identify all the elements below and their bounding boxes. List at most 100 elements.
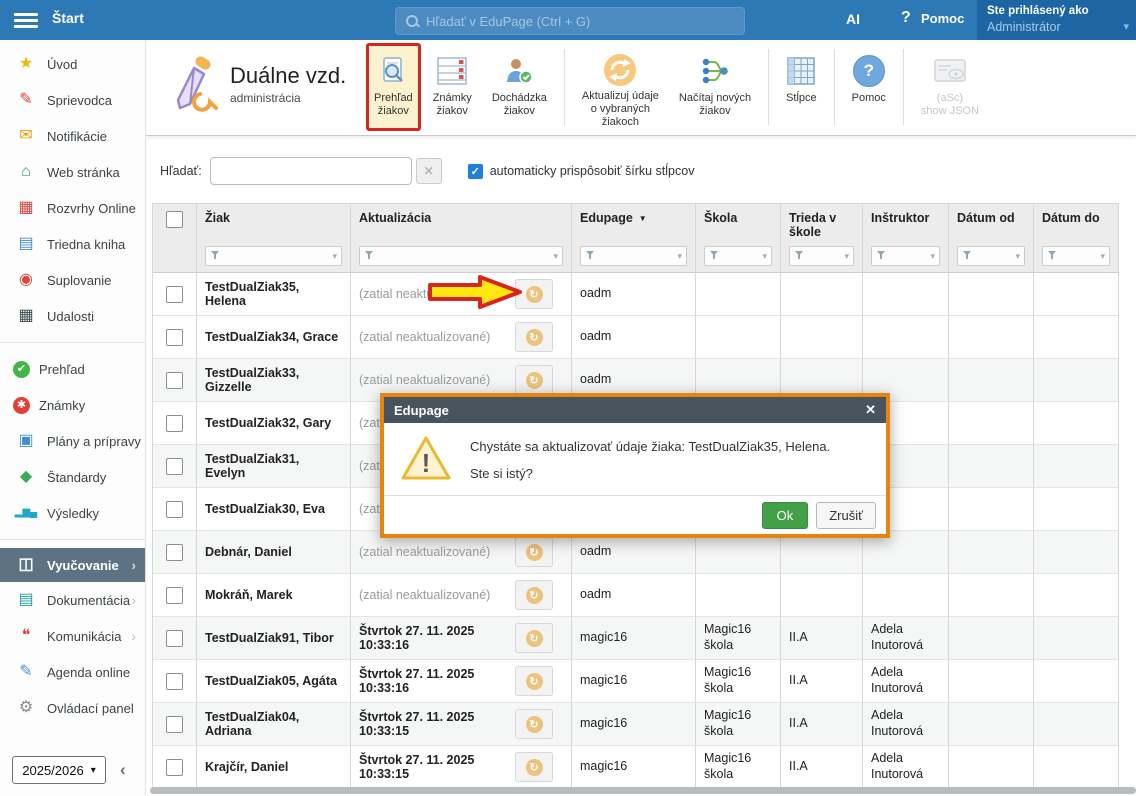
select-all-checkbox[interactable] — [166, 211, 183, 228]
student-instructor-cell — [863, 273, 949, 316]
column-header--iak[interactable]: Žiak — [197, 204, 351, 244]
sidebar-item-znamky[interactable]: ✱Známky — [0, 387, 145, 423]
global-search-input[interactable]: Hľadať v EduPage (Ctrl + G) — [395, 7, 745, 35]
chevron-down-icon: ▾ — [91, 765, 96, 776]
funnel-icon — [962, 249, 972, 263]
collapse-sidebar-button[interactable]: ‹ — [120, 760, 126, 780]
close-icon[interactable]: ✕ — [865, 402, 876, 418]
student-grades-icon — [436, 52, 468, 90]
toolbar-divider — [903, 49, 904, 125]
sidebar-item-vyucovanie[interactable]: ◫Vyučovanie› — [0, 548, 145, 582]
help-button[interactable]: Pomoc — [921, 11, 964, 26]
refresh-icon: ↻ — [526, 329, 543, 346]
school-value: Magic16 škola — [704, 622, 772, 653]
table-search-input[interactable] — [210, 157, 412, 185]
autofit-columns-checkbox[interactable]: ✓ — [468, 164, 483, 179]
horizontal-scrollbar[interactable] — [150, 787, 1136, 794]
row-checkbox[interactable] — [166, 286, 183, 303]
sidebar-item-ovladaci-panel[interactable]: ⚙Ovládací panel — [0, 690, 145, 726]
sidebar-item-rozvrhy-online[interactable]: ▦Rozvrhy Online — [0, 190, 145, 226]
cancel-button[interactable]: Zrušiť — [816, 502, 876, 529]
refresh-student-button[interactable]: ↻ — [515, 537, 553, 567]
column-filter-dropdown[interactable]: ▾ — [580, 246, 687, 266]
column-filter-dropdown[interactable]: ▾ — [359, 246, 563, 266]
student-date-to-cell — [1034, 445, 1119, 488]
refresh-student-button[interactable]: ↻ — [515, 580, 553, 610]
column-filter-dropdown[interactable]: ▾ — [789, 246, 854, 266]
instructor-value: Adela Inutorová — [871, 751, 940, 782]
sidebar-item-dokumentacia[interactable]: ▤Dokumentácia› — [0, 582, 145, 618]
column-header-d-tum-od[interactable]: Dátum od — [949, 204, 1034, 244]
refresh-student-button[interactable]: ↻ — [515, 365, 553, 395]
student-name: TestDualZiak05, Agáta — [205, 674, 337, 688]
toolbar-button-znamky-ziakov[interactable]: Známky žiakov — [425, 43, 480, 131]
sidebar-item-plany-a-pripravy[interactable]: ▣Plány a prípravy — [0, 423, 145, 459]
sidebar-item-triedna-kniha[interactable]: ▤Triedna kniha — [0, 226, 145, 262]
row-checkbox[interactable] — [166, 673, 183, 690]
column-header-in-truktor[interactable]: Inštruktor — [863, 204, 949, 244]
sidebar-item-komunikacia[interactable]: ❝Komunikácia› — [0, 618, 145, 654]
refresh-student-button[interactable]: ↻ — [515, 623, 553, 653]
sidebar-item-vysledky[interactable]: ▂▆▄Výsledky — [0, 495, 145, 531]
column-filter-dropdown[interactable]: ▾ — [205, 246, 342, 266]
refresh-student-button[interactable]: ↻ — [515, 709, 553, 739]
chevron-down-icon: ▾ — [762, 251, 767, 262]
student-name: Debnár, Daniel — [205, 545, 292, 559]
clear-search-button[interactable]: ✕ — [416, 158, 442, 184]
sidebar-item-agenda-online[interactable]: ✎Agenda online — [0, 654, 145, 690]
row-checkbox[interactable] — [166, 544, 183, 561]
filter-cell: ▾ — [1034, 244, 1119, 273]
start-menu[interactable]: Štart — [52, 10, 84, 26]
sidebar-item-sprievodca[interactable]: ✎Sprievodca — [0, 82, 145, 118]
sidebar-footer: 2025/2026 ▾ ‹ — [0, 756, 145, 784]
toolbar-button-prehlad-ziakov[interactable]: Prehľad žiakov — [366, 43, 421, 131]
refresh-student-button[interactable]: ↻ — [515, 322, 553, 352]
refresh-student-button[interactable]: ↻ — [515, 666, 553, 696]
row-checkbox[interactable] — [166, 587, 183, 604]
column-header-label: Dátum od — [957, 211, 1015, 225]
column-header--kola[interactable]: Škola — [696, 204, 781, 244]
row-checkbox[interactable] — [166, 501, 183, 518]
edupage-value: oadm — [580, 587, 611, 603]
column-filter-dropdown[interactable]: ▾ — [704, 246, 772, 266]
toolbar-button-asc-show-json[interactable]: (aSc) show JSON — [913, 43, 987, 131]
toolbar-divider — [768, 49, 769, 125]
hamburger-menu-icon[interactable] — [14, 10, 38, 30]
sidebar-item-standardy[interactable]: ◆Štandardy — [0, 459, 145, 495]
sidebar-item-prehlad[interactable]: ✔Prehľad — [0, 351, 145, 387]
column-header-trieda-v-kole[interactable]: Trieda v škole — [781, 204, 863, 244]
row-checkbox[interactable] — [166, 458, 183, 475]
row-checkbox[interactable] — [166, 759, 183, 776]
column-header-aktualiz-cia[interactable]: Aktualizácia — [351, 204, 572, 244]
student-name-cell: TestDualZiak31, Evelyn — [197, 445, 351, 488]
ok-button[interactable]: Ok — [762, 502, 809, 529]
refresh-student-button[interactable]: ↻ — [515, 752, 553, 782]
row-checkbox[interactable] — [166, 630, 183, 647]
row-checkbox[interactable] — [166, 372, 183, 389]
ai-button[interactable]: AI — [846, 11, 860, 27]
agenda-pen-icon: ✎ — [13, 664, 39, 680]
toolbar-button-pomoc[interactable]: ? Pomoc — [844, 43, 894, 131]
sidebar-item-notifikacie[interactable]: ✉Notifikácie — [0, 118, 145, 154]
column-header-d-tum-do[interactable]: Dátum do — [1034, 204, 1119, 244]
sidebar-item-uvod[interactable]: ★Úvod — [0, 46, 145, 82]
sidebar-item-suplovanie[interactable]: ◉Suplovanie — [0, 262, 145, 298]
help-question-icon[interactable]: ? — [901, 9, 911, 27]
column-filter-dropdown[interactable]: ▾ — [871, 246, 940, 266]
toolbar-button-nacitaj-novych[interactable]: Načítaj nových žiakov — [671, 43, 759, 131]
column-header-edupage[interactable]: Edupage▼ — [572, 204, 696, 244]
sidebar-item-udalosti[interactable]: ▦Udalosti — [0, 298, 145, 334]
sidebar-item-web-stranka[interactable]: ⌂Web stránka — [0, 154, 145, 190]
edupage-app: Štart Hľadať v EduPage (Ctrl + G) AI ? P… — [0, 0, 1136, 796]
row-checkbox[interactable] — [166, 415, 183, 432]
column-filter-dropdown[interactable]: ▾ — [957, 246, 1025, 266]
row-checkbox[interactable] — [166, 716, 183, 733]
toolbar-button-dochadzka-ziakov[interactable]: Dochádzka žiakov — [484, 43, 555, 131]
school-year-select[interactable]: 2025/2026 ▾ — [12, 756, 106, 784]
toolbar-button-aktualizuj-udaje[interactable]: Aktualizuj údaje o vybraných žiakoch — [574, 43, 667, 131]
column-filter-dropdown[interactable]: ▾ — [1042, 246, 1110, 266]
toolbar-button-stlpce[interactable]: Stĺpce — [778, 43, 825, 131]
toolbar-button-label: Prehľad žiakov — [374, 92, 413, 118]
row-checkbox[interactable] — [166, 329, 183, 346]
logged-in-user-menu[interactable]: Ste prihlásený ako Administrátor ▾ — [977, 0, 1136, 40]
